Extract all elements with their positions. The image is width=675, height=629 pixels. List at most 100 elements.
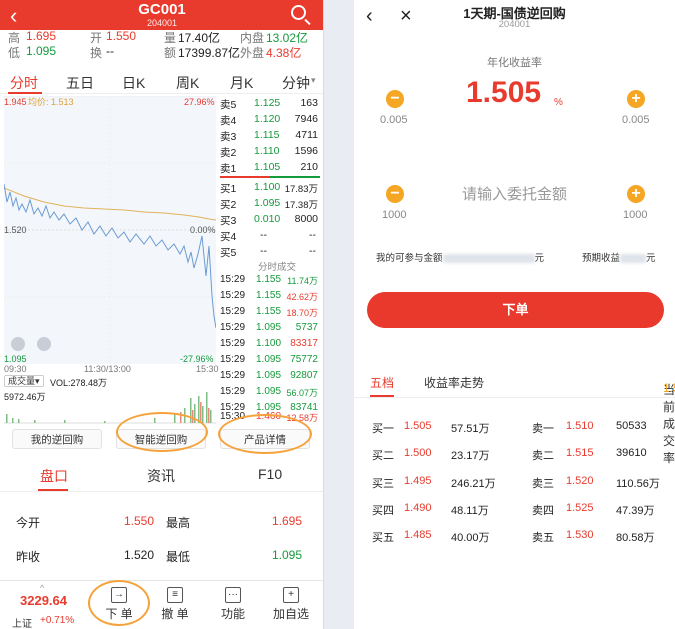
- order-code: 204001: [498, 19, 531, 30]
- bid-label: 买4: [220, 231, 237, 243]
- bid-row[interactable]: 买2 1.095 17.38万: [220, 196, 322, 211]
- expected-earnings: 预期收益 元: [582, 250, 656, 264]
- sell-rate[interactable]: 1.520: [566, 475, 594, 487]
- bid-label: 买1: [220, 183, 237, 195]
- tab-pankou[interactable]: 盘口: [40, 466, 68, 486]
- pankou-value: 1.695: [272, 514, 303, 528]
- tab-fenzhong[interactable]: 分钟: [282, 73, 310, 93]
- ask-row[interactable]: 卖1 1.105 210: [220, 160, 322, 175]
- available-unit: 元: [534, 253, 545, 264]
- sell-rate[interactable]: 1.515: [566, 447, 594, 459]
- buy-amount: 40.00万: [451, 532, 490, 544]
- stock-title: GC001: [138, 1, 186, 18]
- tick-row: 15:29 1.095 75772: [220, 354, 322, 368]
- chevron-down-icon[interactable]: ▾: [311, 75, 316, 86]
- tick-price: 1.155: [256, 274, 282, 285]
- ask-row[interactable]: 卖5 1.125 163: [220, 96, 322, 111]
- volume-bar: [18, 419, 20, 423]
- bid-row[interactable]: 买3 0.010 8000: [220, 212, 322, 227]
- buy-rate[interactable]: 1.500: [404, 447, 432, 459]
- sell-amount: 39610: [616, 447, 647, 459]
- zoom-in-icon[interactable]: [11, 337, 25, 351]
- function-icon: ···: [225, 587, 241, 603]
- period-tabs: 分时 五日 日K 周K 月K 分钟 ▾: [0, 68, 323, 94]
- tick-volume: 83317: [290, 338, 318, 349]
- time-label-start: 09:30: [4, 364, 27, 374]
- bid-row[interactable]: 买4 -- --: [220, 228, 322, 243]
- bid-row[interactable]: 买1 1.100 17.83万: [220, 180, 322, 195]
- tick-price: 1.095: [256, 370, 282, 381]
- bid-row[interactable]: 买5 -- --: [220, 244, 322, 259]
- quote-value: 4.38亿: [266, 46, 302, 60]
- ask-label: 卖2: [220, 147, 237, 159]
- tab-rate-trend[interactable]: 收益率走势: [424, 374, 484, 391]
- rate-step-left: 0.005: [380, 114, 408, 126]
- function-button[interactable]: ··· 功能: [208, 587, 258, 622]
- expected-unit: 元: [646, 253, 656, 264]
- sell-rate[interactable]: 1.525: [566, 502, 594, 514]
- submit-order-button[interactable]: 下单: [367, 292, 664, 328]
- rate-decrease-icon[interactable]: −: [386, 90, 404, 108]
- tab-yuek[interactable]: 月K: [230, 73, 253, 93]
- sell-rate[interactable]: 1.530: [566, 529, 594, 541]
- volume-selector[interactable]: 成交量▾: [4, 375, 44, 387]
- buy-rate[interactable]: 1.505: [404, 420, 432, 432]
- ask-label: 卖5: [220, 99, 237, 111]
- buy-rate[interactable]: 1.495: [404, 475, 432, 487]
- pankou-label: 最高: [166, 516, 191, 530]
- tab-five-levels[interactable]: 五档: [370, 374, 394, 391]
- index-change: +0.71%: [40, 615, 75, 626]
- buy-rate[interactable]: 1.485: [404, 529, 432, 541]
- ask-price: 1.110: [254, 145, 280, 157]
- rate-step-right: 0.005: [622, 114, 650, 126]
- function-label: 功能: [220, 607, 245, 621]
- tab-fenshi[interactable]: 分时: [10, 73, 38, 93]
- volume-bar: [202, 406, 204, 423]
- tab-f10[interactable]: F10: [258, 466, 282, 482]
- sell-amount: 80.58万: [616, 532, 655, 544]
- caret-up-icon[interactable]: ^: [40, 583, 44, 593]
- sell-rate[interactable]: 1.510: [566, 420, 594, 432]
- tick-price: 1.095: [256, 354, 282, 365]
- amount-increase-icon[interactable]: +: [627, 185, 645, 203]
- bid-price: --: [260, 229, 267, 241]
- ask-label: 卖3: [220, 131, 237, 143]
- active-tab-underline: [370, 395, 394, 397]
- search-icon[interactable]: [291, 5, 306, 20]
- tick-price: 1.100: [256, 338, 282, 349]
- stock-code: 204001: [146, 18, 178, 28]
- tab-zixun[interactable]: 资讯: [147, 466, 175, 486]
- ask-label: 卖1: [220, 163, 237, 175]
- highlight-circle: [88, 580, 150, 626]
- expand-icon[interactable]: [37, 337, 51, 351]
- tab-rik[interactable]: 日K: [122, 73, 145, 93]
- chevron-down-icon: ▾: [35, 376, 40, 386]
- stock-header: ‹ GC001 204001: [0, 0, 323, 30]
- ask-row[interactable]: 卖2 1.110 1596: [220, 144, 322, 159]
- highlight-circle: [116, 412, 208, 452]
- intraday-chart[interactable]: 1.945 均价: 1.513 27.96% 1.520 0.00% 1.095…: [3, 95, 217, 366]
- rate-label: 年化收益率: [487, 57, 542, 69]
- buy-rate[interactable]: 1.490: [404, 502, 432, 514]
- ask-row[interactable]: 卖4 1.120 7946: [220, 112, 322, 127]
- rate-increase-icon[interactable]: +: [627, 90, 645, 108]
- tick-volume: 56.07万: [286, 388, 318, 398]
- bid-price: 0.010: [254, 213, 281, 225]
- sell-amount: 110.56万: [616, 478, 660, 490]
- my-repo-button[interactable]: 我的逆回购: [12, 429, 102, 449]
- info-tabs: 盘口 资讯 F10: [0, 458, 323, 492]
- add-watchlist-button[interactable]: + 加自选: [266, 587, 316, 622]
- depth-row: 买一 1.505 57.51万 卖一 1.510 50533: [354, 417, 675, 437]
- index-value[interactable]: 3229.64: [20, 593, 67, 608]
- tick-volume: 11.74万: [287, 276, 318, 286]
- pankou-label: 今开: [16, 516, 41, 530]
- cancel-order-button[interactable]: ≡ 撤 单: [150, 587, 200, 622]
- sell-label: 卖一: [532, 423, 554, 435]
- rate-value[interactable]: 1.505: [466, 76, 541, 110]
- tab-zhouk[interactable]: 周K: [176, 73, 199, 93]
- ask-row[interactable]: 卖3 1.115 4711: [220, 128, 322, 143]
- ask-label: 卖4: [220, 115, 237, 127]
- sell-label: 卖二: [532, 450, 554, 462]
- intraday-chart-svg: 1.945 均价: 1.513 27.96% 1.520 0.00% 1.095…: [3, 95, 217, 364]
- tab-wuri[interactable]: 五日: [66, 73, 94, 93]
